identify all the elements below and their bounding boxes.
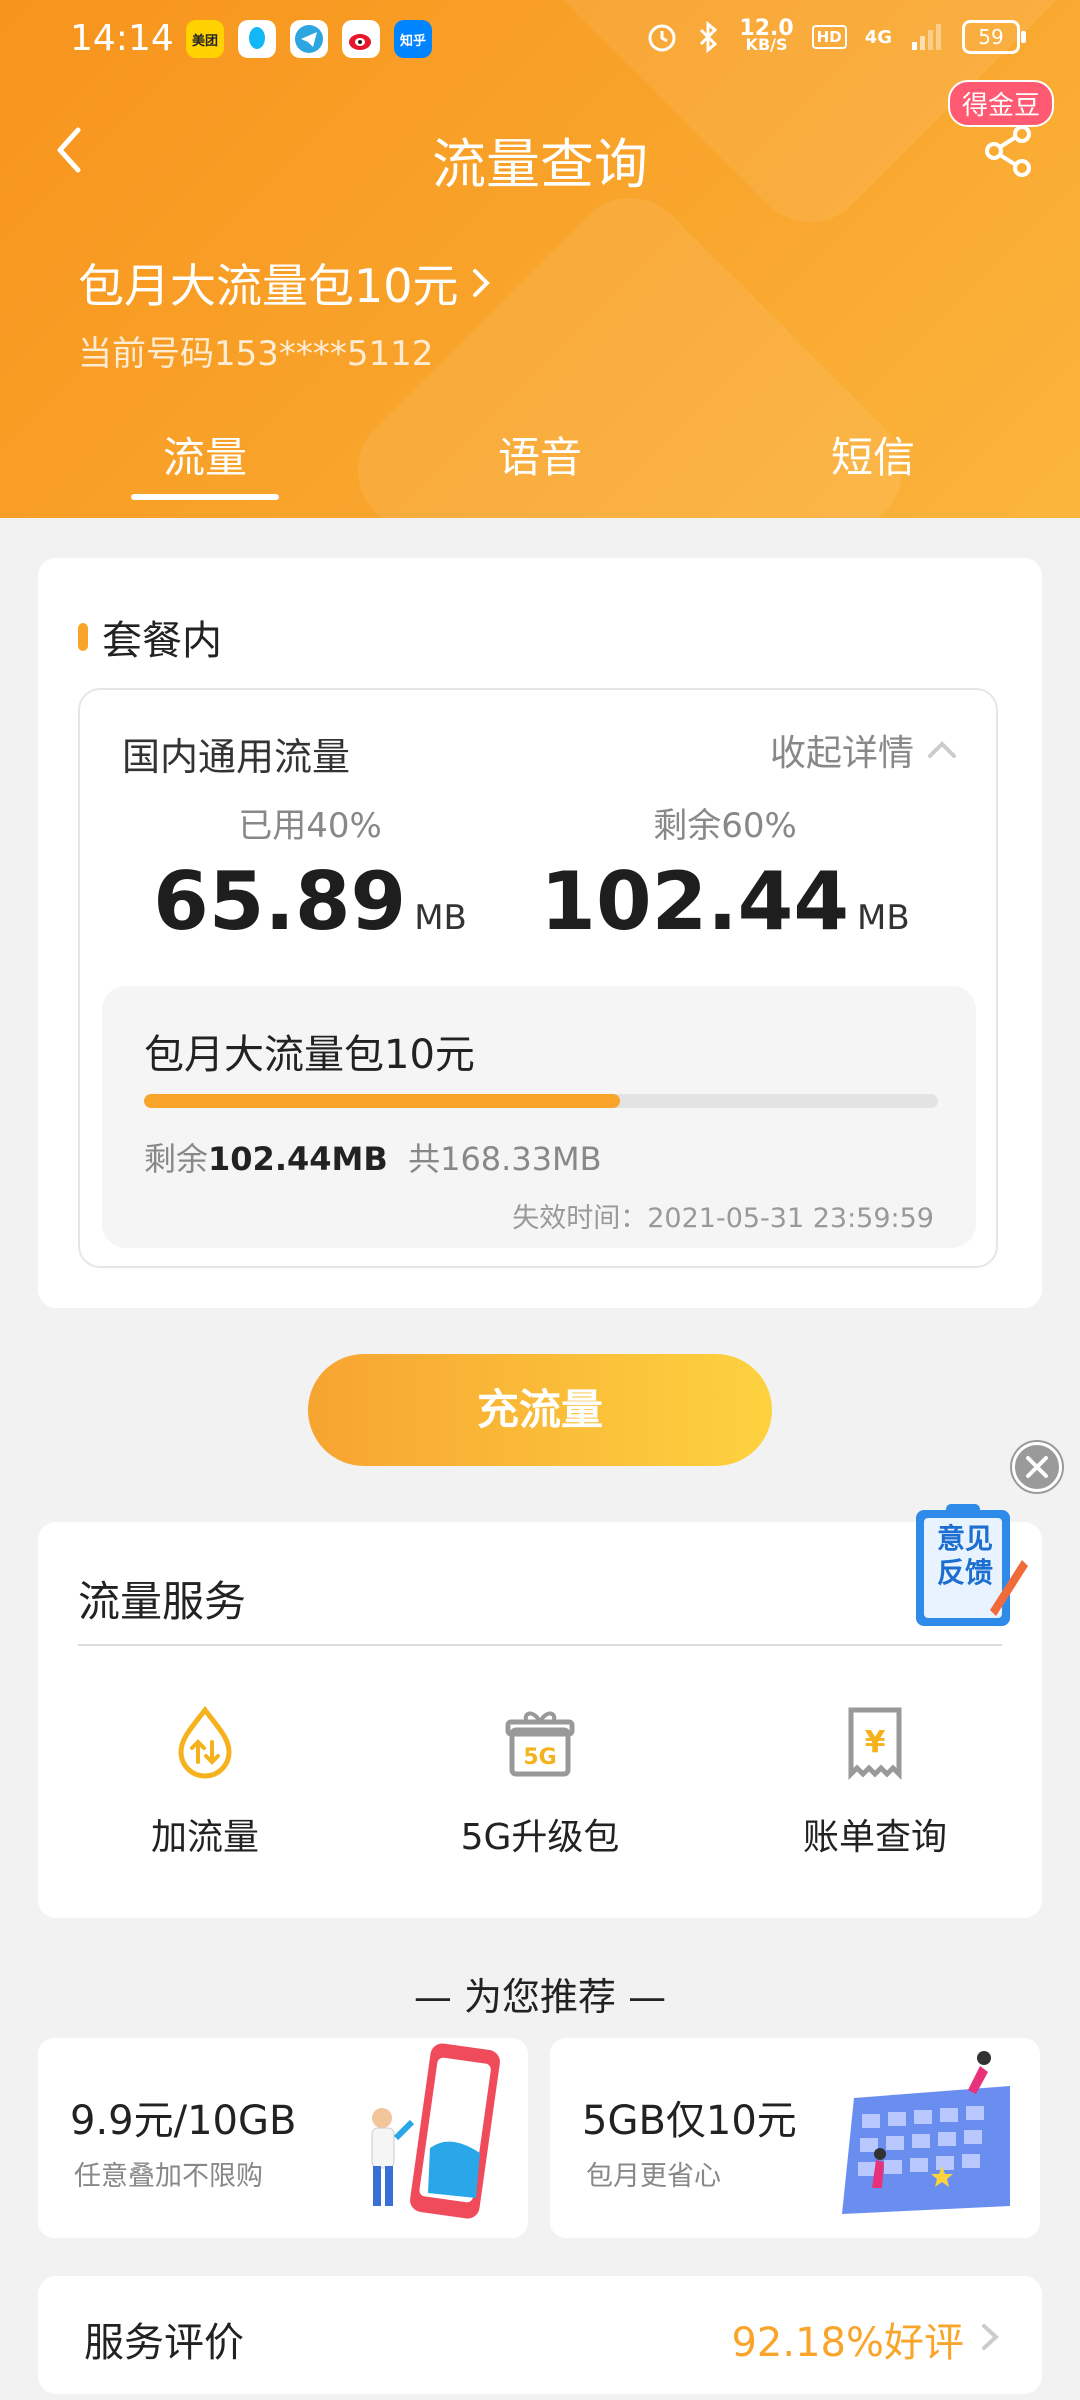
header: 14:14 美团 知乎 12.0 KB/S HD 4G 59 流量查询 得金豆 … xyxy=(0,0,1080,518)
plan-detail-name: 包月大流量包10元 xyxy=(144,1032,475,1078)
expire-time: 失效时间：2021-05-31 23:59:59 xyxy=(512,1203,934,1234)
recommend-heading: — 为您推荐 — xyxy=(413,1975,667,2019)
service-label: 5G升级包 xyxy=(460,1817,620,1858)
tab-voice[interactable]: 语音 xyxy=(390,424,690,485)
meituan-icon: 美团 xyxy=(186,20,224,58)
rating-value: 92.18%好评 xyxy=(731,2320,964,2366)
recommend-subtitle: 任意叠加不限购 xyxy=(74,2161,263,2192)
network-speed: 12.0 KB/S xyxy=(739,16,794,54)
used-label: 已用40% xyxy=(238,806,382,846)
zhihu-icon: 知乎 xyxy=(394,20,432,58)
tab-sms[interactable]: 短信 xyxy=(723,424,1023,485)
remaining-stat: 剩余60% 102.44 MB xyxy=(515,798,935,948)
signal-icon xyxy=(912,24,941,50)
svg-text:¥: ¥ xyxy=(865,1725,886,1760)
feedback-button[interactable]: 意见 反馈 xyxy=(910,1500,1028,1630)
qq-icon xyxy=(238,20,276,58)
phone-illustration xyxy=(371,2043,500,2219)
tab-bar: 流量 语音 短信 xyxy=(0,424,1080,518)
phone-number: 当前号码153****5112 xyxy=(78,334,434,374)
collapse-details-button[interactable]: 收起详情 xyxy=(770,724,958,776)
chevron-right-icon xyxy=(982,2324,999,2350)
plan-detail-meta: 剩余102.44MB 共168.33MB xyxy=(144,1140,602,1178)
remaining-label: 剩余60% xyxy=(653,806,797,846)
feedback-text: 意见 反馈 xyxy=(936,1522,993,1589)
tab-data[interactable]: 流量 xyxy=(55,424,355,485)
chevron-right-icon xyxy=(472,269,490,297)
service-label: 账单查询 xyxy=(802,1817,947,1858)
status-bar: 14:14 美团 知乎 12.0 KB/S HD 4G 59 xyxy=(0,0,1080,80)
gift-5g-icon: 5G xyxy=(505,1711,575,1777)
network-type: 4G xyxy=(864,26,892,48)
current-plan-link[interactable]: 包月大流量包10元 xyxy=(78,250,493,316)
recommend-card-5gb[interactable]: 5GB仅10元 包月更省心 xyxy=(550,2038,1040,2238)
recommend-title: 5GB仅10元 xyxy=(582,2098,797,2144)
hd-badge: HD xyxy=(811,25,847,49)
service-bill-query[interactable]: ¥ 账单查询 xyxy=(708,1702,1042,1860)
add-data-icon xyxy=(178,1705,232,1779)
section-title-text: 套餐内 xyxy=(102,618,222,664)
data-services-card: 流量服务 加流量 5G 5G升级包 ¥ 账单查询 xyxy=(38,1522,1042,1918)
weibo-icon xyxy=(342,20,380,58)
service-rating-row[interactable]: 服务评价 92.18%好评 xyxy=(38,2276,1042,2394)
calendar-illustration xyxy=(842,2051,1010,2214)
service-add-data[interactable]: 加流量 xyxy=(38,1702,372,1860)
recommend-title: 9.9元/10GB xyxy=(70,2098,297,2144)
bill-icon: ¥ xyxy=(848,1707,902,1781)
domestic-data-box: 国内通用流量 收起详情 已用40% 65.89 MB 剩余60% 102.44 MB… xyxy=(78,688,998,1268)
status-app-icons: 美团 知乎 xyxy=(186,20,432,58)
rating-label: 服务评价 xyxy=(84,2320,244,2366)
recommend-subtitle: 包月更省心 xyxy=(586,2161,721,2192)
remaining-value: 102.44 MB xyxy=(540,855,910,948)
usage-progress-fill xyxy=(144,1094,621,1108)
divider xyxy=(78,1644,1002,1646)
package-card: 套餐内 国内通用流量 收起详情 已用40% 65.89 MB 剩余60% 102.… xyxy=(38,558,1042,1308)
service-5g-upgrade[interactable]: 5G 5G升级包 xyxy=(373,1702,707,1860)
share-icon[interactable] xyxy=(980,122,1038,180)
section-marker xyxy=(78,623,88,651)
recharge-data-button[interactable]: 充流量 xyxy=(308,1354,772,1466)
telegram-icon xyxy=(290,20,328,58)
domestic-data-label: 国内通用流量 xyxy=(122,735,351,779)
svg-text:5G: 5G xyxy=(523,1745,556,1770)
gold-bean-badge[interactable]: 得金豆 xyxy=(947,80,1054,127)
chevron-up-icon xyxy=(928,741,956,758)
section-title: 套餐内 xyxy=(78,608,222,666)
service-label: 加流量 xyxy=(150,1817,259,1858)
used-stat: 已用40% 65.89 MB xyxy=(100,798,520,948)
usage-progress-bar xyxy=(144,1094,938,1108)
battery-indicator: 59 xyxy=(962,20,1026,54)
status-right-icons: 12.0 KB/S HD 4G 59 xyxy=(645,16,1026,54)
page-title: 流量查询 xyxy=(432,133,648,196)
recommend-card-10gb[interactable]: 9.9元/10GB 任意叠加不限购 xyxy=(38,2038,528,2238)
status-time: 14:14 xyxy=(70,18,174,59)
collapse-label: 收起详情 xyxy=(769,733,914,774)
alarm-icon xyxy=(648,24,676,52)
bluetooth-icon xyxy=(700,20,718,54)
used-value: 65.89 MB xyxy=(153,855,467,948)
close-feedback-icon[interactable] xyxy=(1012,1442,1062,1492)
active-tab-indicator xyxy=(131,494,279,500)
plan-detail-box: 包月大流量包10元 剩余102.44MB 共168.33MB 失效时间：2021… xyxy=(102,986,976,1248)
plan-name: 包月大流量包10元 xyxy=(78,259,459,313)
services-title: 流量服务 xyxy=(78,1577,247,1626)
